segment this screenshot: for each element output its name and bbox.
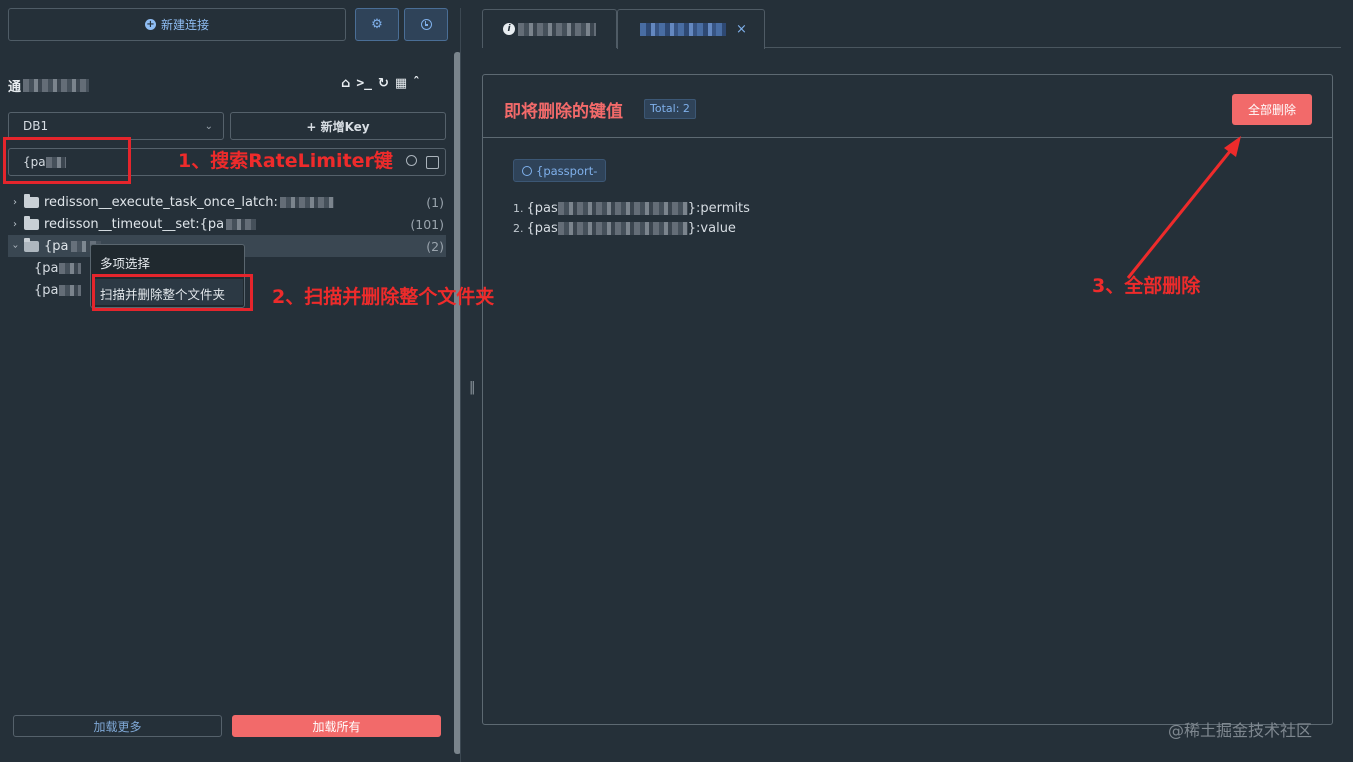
chevron-down-icon: ⌄ (204, 120, 213, 132)
tree-row[interactable]: › redisson__timeout__set:{pa (101) (8, 213, 446, 235)
key-suffix: }:permits (687, 201, 750, 216)
total-badge: Total: 2 (644, 99, 696, 119)
new-connection-button[interactable]: + 新建连接 (8, 8, 346, 41)
add-key-button[interactable]: + 新增Key (230, 112, 446, 140)
chevron-right-icon: › (13, 218, 17, 230)
db-select[interactable]: DB1 ⌄ (8, 112, 224, 140)
context-menu-multi-select[interactable]: 多项选择 (100, 253, 150, 272)
delete-all-button[interactable]: 全部删除 (1232, 94, 1312, 125)
watermark: @稀土掘金技术社区 (1168, 721, 1313, 740)
annotation-step1: 1、搜索RateLimiter键 (178, 150, 393, 172)
refresh-icon[interactable]: ↻ (378, 76, 389, 91)
chevron-up-icon[interactable]: ˆ (413, 76, 420, 91)
tree-leaf[interactable]: {pa (34, 283, 81, 298)
resize-handle-icon[interactable]: ‖ (469, 380, 476, 395)
chevron-right-icon: › (13, 196, 17, 208)
key-list-item: 2. {pas }:value (513, 221, 736, 236)
folder-open-icon (24, 237, 39, 252)
tree-row-label: redisson__timeout__set:{pa (44, 216, 225, 232)
key-prefix: {pas (526, 201, 558, 216)
history-button[interactable] (404, 8, 448, 41)
pane-divider (460, 8, 461, 762)
annotation-box-search (3, 137, 131, 184)
tab-status[interactable]: i (482, 9, 617, 48)
clock-icon (420, 19, 432, 30)
panel-title: 即将删除的键值 (504, 102, 623, 122)
tree-leaf-label: {pa (34, 283, 59, 298)
add-key-label: + 新增Key (306, 119, 370, 134)
tab-delete-keys[interactable]: × (617, 9, 765, 49)
search-tag-label: {passport- (536, 163, 598, 178)
tree-row[interactable]: › redisson__execute_task_once_latch: (1) (8, 191, 446, 213)
key-suffix: }:value (687, 221, 736, 236)
chevron-down-icon: › (9, 244, 21, 248)
folder-icon (24, 215, 39, 230)
close-icon[interactable]: × (736, 22, 747, 37)
load-all-label: 加载所有 (312, 719, 361, 734)
exact-match-checkbox[interactable] (426, 156, 439, 169)
search-icon (522, 165, 532, 176)
annotation-arrow (1126, 136, 1241, 279)
tree-row-count: (2) (426, 238, 444, 254)
terminal-icon[interactable]: >_ (356, 76, 372, 91)
load-more-button[interactable]: 加载更多 (13, 715, 222, 737)
tree-row-label: {pa (44, 238, 69, 254)
tree-leaf[interactable]: {pa (34, 261, 81, 276)
tree-leaf-label: {pa (34, 261, 59, 276)
load-more-label: 加载更多 (93, 719, 142, 734)
folder-icon (24, 193, 39, 208)
grid-icon[interactable]: ▦ (395, 76, 407, 91)
load-all-button[interactable]: 加载所有 (232, 715, 441, 737)
gear-icon: ⚙ (371, 17, 383, 32)
key-num: 2. (513, 222, 524, 235)
tree-row-count: (101) (410, 216, 444, 232)
new-connection-label: 新建连接 (160, 18, 209, 32)
search-tag: {passport- (513, 159, 607, 182)
key-num: 1. (513, 202, 524, 215)
annotation-box-menu (92, 274, 253, 311)
db-select-value: DB1 (23, 119, 49, 133)
search-icon[interactable] (406, 155, 417, 166)
tree-row-count: (1) (426, 194, 444, 210)
plus-circle-icon: + (144, 19, 156, 30)
key-prefix: {pas (526, 221, 558, 236)
info-icon: i (503, 23, 515, 35)
settings-button[interactable]: ⚙ (355, 8, 399, 41)
key-list-item: 1. {pas }:permits (513, 201, 750, 216)
tree-row-label: redisson__execute_task_once_latch: (44, 194, 278, 210)
annotation-step2: 2、扫描并删除整个文件夹 (272, 286, 495, 308)
home-icon[interactable]: ⌂ (341, 76, 350, 91)
connection-name: 通 (8, 76, 90, 95)
